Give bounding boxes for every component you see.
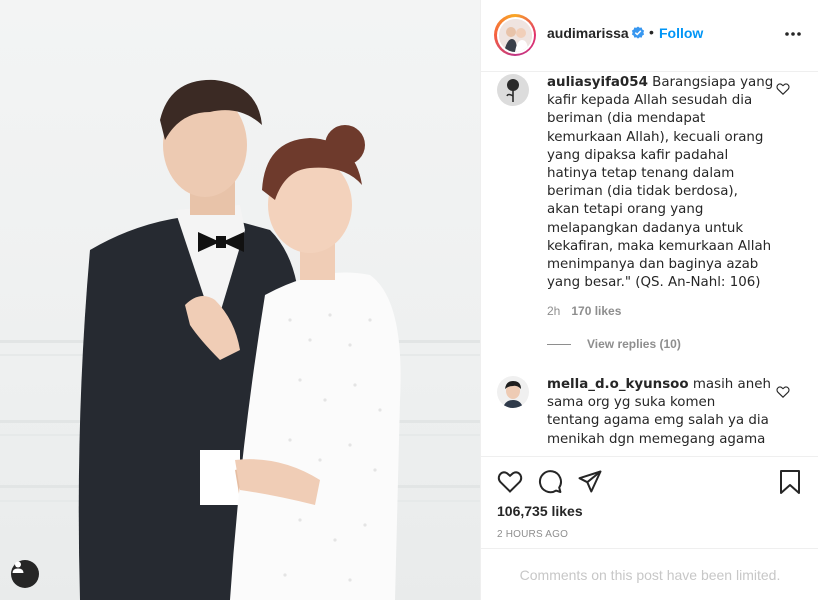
comments-list[interactable]: auliasyifa054 Barangsiapa yang kafir kep… bbox=[481, 72, 818, 456]
commenter-avatar[interactable] bbox=[497, 376, 529, 408]
comment-line: sama org yg suka komen bbox=[547, 395, 716, 411]
comments-limited-text: Comments on this post have been limited. bbox=[519, 566, 781, 583]
replies-divider bbox=[547, 343, 571, 345]
comment-meta: 2h 170 likes bbox=[547, 304, 621, 318]
comment-item: auliasyifa054 Barangsiapa yang kafir kep… bbox=[497, 72, 797, 362]
comment-line: yang dipaksa kafir padahal bbox=[547, 147, 729, 163]
user-tag-icon bbox=[12, 561, 24, 573]
comment-item: mella_d.o_kyunsoo masih aneh sama org yg… bbox=[497, 374, 797, 454]
comment-time: 2h bbox=[547, 304, 561, 318]
rose-avatar-image bbox=[497, 74, 529, 106]
comment-line: yang besar." (QS. An-Nahl: 106) bbox=[547, 275, 761, 291]
comment-line: kekafiran, maka kemurkaan Allah bbox=[547, 238, 772, 254]
more-options-icon[interactable] bbox=[783, 26, 803, 42]
comment-line: beriman (dia mendapat bbox=[547, 111, 706, 127]
separator-dot: • bbox=[649, 24, 654, 40]
author-avatar[interactable] bbox=[494, 14, 536, 56]
paper-plane-icon[interactable] bbox=[577, 469, 603, 495]
comment-line: melapangkan dadanya untuk bbox=[547, 220, 744, 236]
view-replies-button[interactable]: View replies (10) bbox=[547, 337, 681, 351]
comment-text: mella_d.o_kyunsoo masih aneh sama org yg… bbox=[547, 376, 777, 449]
comments-limited-notice: Comments on this post have been limited. bbox=[481, 548, 818, 600]
post-photo[interactable] bbox=[0, 0, 480, 600]
comment-line: kemurkaan Allah), kecuali orang bbox=[547, 129, 764, 145]
author-avatar-image bbox=[498, 18, 532, 52]
comment-username[interactable]: mella_d.o_kyunsoo bbox=[547, 377, 689, 392]
comment-line: masih aneh bbox=[692, 377, 771, 392]
comment-icon[interactable] bbox=[537, 469, 563, 495]
commenter-avatar[interactable] bbox=[497, 74, 529, 106]
comment-line: beriman (dia tidak berdosa), bbox=[547, 184, 738, 200]
view-replies-label: View replies (10) bbox=[587, 337, 681, 351]
comment-line: akan tetapi orang yang bbox=[547, 202, 704, 218]
heart-icon[interactable] bbox=[497, 469, 523, 495]
comment-like-heart-icon[interactable] bbox=[776, 82, 790, 96]
couple-photo-illustration bbox=[0, 79, 480, 600]
bookmark-icon[interactable] bbox=[777, 469, 803, 495]
post-actions: 106,735 likes 2 HOURS AGO bbox=[481, 456, 818, 548]
comment-line: kafir kepada Allah sesudah dia bbox=[547, 93, 753, 109]
comment-line: menimpanya dan baginya azab bbox=[547, 257, 759, 273]
comment-line: hatinya tetap tenang dalam bbox=[547, 166, 735, 182]
comment-username[interactable]: auliasyifa054 bbox=[547, 75, 648, 90]
user-tag-button[interactable] bbox=[11, 560, 39, 588]
author-username[interactable]: audimarissa bbox=[547, 25, 629, 41]
comment-like-heart-icon[interactable] bbox=[776, 385, 790, 399]
comment-line: tentang agama emg salah ya dia bbox=[547, 413, 769, 429]
comment-text: auliasyifa054 Barangsiapa yang kafir kep… bbox=[547, 74, 777, 292]
comment-line: menikah dgn memegang agama bbox=[547, 431, 766, 447]
comment-likes[interactable]: 170 likes bbox=[571, 304, 621, 318]
post-header: audimarissa • Follow bbox=[481, 0, 818, 72]
post-sidebar: audimarissa • Follow auliasyifa054 Baran… bbox=[480, 0, 818, 600]
likes-count[interactable]: 106,735 likes bbox=[497, 503, 583, 519]
comment-line: Barangsiapa yang bbox=[652, 75, 774, 90]
verified-badge-icon bbox=[631, 26, 645, 39]
person-avatar-image bbox=[497, 376, 529, 408]
follow-button[interactable]: Follow bbox=[659, 25, 703, 41]
post-timestamp[interactable]: 2 HOURS AGO bbox=[497, 529, 568, 540]
